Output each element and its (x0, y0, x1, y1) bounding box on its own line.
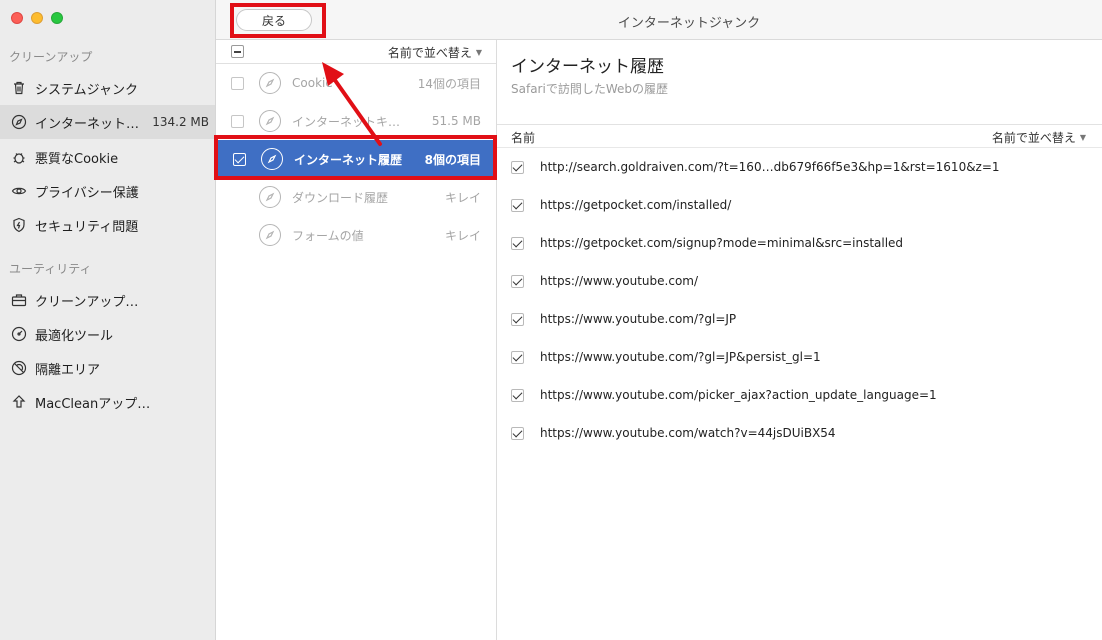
url-text: https://getpocket.com/installed/ (540, 198, 732, 212)
sidebar-item-cleanup-tool[interactable]: クリーンアップ… (0, 283, 215, 317)
url-row[interactable]: https://getpocket.com/signup?mode=minima… (497, 224, 1102, 262)
url-row[interactable]: https://www.youtube.com/?gl=JP&persist_g… (497, 338, 1102, 376)
sidebar-item-label: システムジャンク (35, 82, 138, 98)
column-name[interactable]: 名前 (511, 129, 535, 146)
category-row-download-history[interactable]: ダウンロード履歴 キレイ (216, 178, 496, 216)
select-all-checkbox[interactable] (231, 45, 244, 58)
category-label: ダウンロード履歴 (292, 190, 389, 205)
detail-title: インターネット履歴 (511, 57, 664, 77)
url-row[interactable]: https://www.youtube.com/?gl=JP (497, 300, 1102, 338)
annotation-highlight-back (230, 3, 326, 38)
url-checkbox[interactable] (511, 312, 524, 326)
bug-icon (10, 148, 28, 166)
sidebar-item-label: プライバシー保護 (35, 185, 139, 201)
url-text: https://www.youtube.com/?gl=JP&persist_g… (540, 350, 821, 364)
sidebar-item-label: インターネット… (35, 116, 140, 132)
category-value: キレイ (444, 190, 481, 205)
category-value: 51.5 MB (431, 114, 481, 128)
url-checkbox[interactable] (511, 388, 524, 402)
url-checkbox[interactable] (511, 198, 524, 212)
section-title-cleanup: クリーンアップ (9, 50, 93, 64)
sort-label: 名前で並べ替え (991, 131, 1076, 145)
annotation-arrow-icon (322, 62, 382, 146)
trash-icon (10, 79, 28, 97)
url-text: https://www.youtube.com/?gl=JP (540, 312, 737, 326)
url-row[interactable]: https://www.youtube.com/ (497, 262, 1102, 300)
row-checkbox[interactable] (231, 114, 244, 128)
sidebar-item-size: 134.2 MB (152, 115, 209, 129)
title-bar: 戻る インターネットジャンク (216, 0, 1102, 40)
shield-icon (10, 216, 28, 234)
url-text: https://www.youtube.com/ (540, 274, 699, 288)
chevron-down-icon: ▼ (475, 48, 482, 57)
sort-by-name-menu[interactable]: 名前で並べ替え ▼ (388, 44, 482, 61)
sidebar-item-system-junk[interactable]: システムジャンク (0, 71, 215, 105)
compass-icon (259, 186, 281, 208)
sidebar-item-internet-junk[interactable]: インターネット… 134.2 MB (0, 105, 215, 139)
url-checkbox[interactable] (511, 350, 524, 364)
detail-pane: インターネット履歴 Safariで訪問したWebの履歴 名前 名前で並べ替え ▼ … (497, 40, 1102, 640)
sidebar-item-label: セキュリティ問題 (35, 219, 139, 235)
detail-subtitle: Safariで訪問したWebの履歴 (511, 82, 668, 96)
quarantine-icon (10, 359, 28, 377)
gauge-icon (10, 325, 28, 343)
sidebar-item-quarantine[interactable]: 隔離エリア (0, 351, 215, 385)
sidebar-item-label: 最適化ツール (35, 328, 114, 344)
url-checkbox[interactable] (511, 274, 524, 288)
compass-icon (259, 72, 281, 94)
briefcase-icon (10, 291, 28, 309)
sidebar-item-label: 悪質なCookie (35, 151, 119, 167)
sidebar-item-macclean-update[interactable]: MacCleanアップ… (0, 385, 215, 419)
url-text: https://getpocket.com/signup?mode=minima… (540, 236, 904, 250)
upload-icon (10, 393, 28, 411)
minimize-window-button[interactable] (31, 12, 43, 24)
zoom-window-button[interactable] (51, 12, 63, 24)
category-value: 14個の項目 (417, 76, 481, 91)
url-row[interactable]: http://search.goldraiven.com/?t=160…db67… (497, 148, 1102, 186)
compass-icon (10, 113, 28, 131)
window-title: インターネットジャンク (617, 16, 761, 31)
url-checkbox[interactable] (511, 426, 524, 440)
sort-label: 名前で並べ替え (387, 46, 472, 60)
url-row[interactable]: https://www.youtube.com/watch?v=44jsDUiB… (497, 414, 1102, 452)
compass-icon (259, 224, 281, 246)
sidebar-item-privacy[interactable]: プライバシー保護 (0, 174, 215, 208)
window-controls (11, 12, 63, 24)
url-checkbox[interactable] (511, 160, 524, 174)
row-checkbox[interactable] (231, 76, 244, 90)
eye-icon (10, 182, 28, 200)
sidebar-item-label: 隔離エリア (35, 362, 101, 378)
sidebar-item-label: MacCleanアップ… (35, 396, 151, 412)
url-checkbox[interactable] (511, 236, 524, 250)
url-text: http://search.goldraiven.com/?t=160…db67… (540, 160, 1000, 174)
detail-column-header: 名前 名前で並べ替え ▼ (497, 124, 1102, 148)
section-title-utility: ユーティリティ (9, 262, 92, 276)
chevron-down-icon: ▼ (1079, 133, 1086, 142)
category-value: キレイ (444, 228, 481, 243)
category-label: フォームの値 (292, 228, 364, 243)
sidebar-item-label: クリーンアップ… (35, 294, 139, 310)
sidebar-item-security[interactable]: セキュリティ問題 (0, 208, 215, 242)
url-row[interactable]: https://getpocket.com/installed/ (497, 186, 1102, 224)
category-row-form-values[interactable]: フォームの値 キレイ (216, 216, 496, 254)
sidebar-item-malicious-cookie[interactable]: 悪質なCookie (0, 140, 215, 174)
close-window-button[interactable] (11, 12, 23, 24)
sort-by-name-menu[interactable]: 名前で並べ替え ▼ (992, 129, 1086, 146)
url-text: https://www.youtube.com/picker_ajax?acti… (540, 388, 937, 402)
sidebar-item-optimizer[interactable]: 最適化ツール (0, 317, 215, 351)
compass-icon (259, 110, 281, 132)
url-row[interactable]: https://www.youtube.com/picker_ajax?acti… (497, 376, 1102, 414)
sidebar: クリーンアップ システムジャンク インターネット… 134.2 MB 悪質なCo… (0, 0, 216, 640)
url-text: https://www.youtube.com/watch?v=44jsDUiB… (540, 426, 836, 440)
